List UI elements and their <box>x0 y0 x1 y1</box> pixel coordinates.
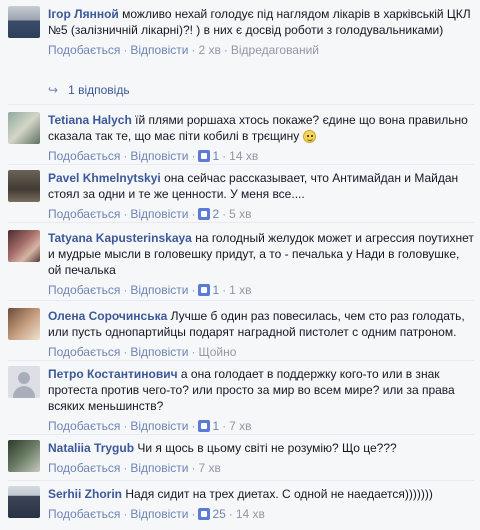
comment-author[interactable]: Tatyana Kapusterinskaya <box>48 231 192 245</box>
comment-author[interactable]: Олена Сорочинська <box>48 309 167 323</box>
comment-text: Чи я щось в цьому світі не розумію? Що ц… <box>137 441 397 455</box>
reply-arrow-icon: ↪ <box>48 83 59 97</box>
comment-author[interactable]: Nataliia Trygub <box>48 441 134 455</box>
reply-link[interactable]: Відповісти <box>130 419 188 433</box>
reply-link[interactable]: Відповісти <box>130 507 188 521</box>
thumbs-up-icon[interactable] <box>198 420 211 432</box>
comment-time[interactable]: 1 хв <box>229 283 251 297</box>
like-link[interactable]: Подобається <box>48 345 120 359</box>
smile-emoji-icon <box>302 130 316 143</box>
comment-time[interactable]: 2 хв <box>198 43 220 57</box>
comment-time[interactable]: 5 хв <box>229 207 251 221</box>
like-link[interactable]: Подобається <box>48 207 120 221</box>
avatar[interactable] <box>8 486 40 518</box>
divider <box>8 360 474 361</box>
divider <box>8 480 474 481</box>
reply-link[interactable]: Відповісти <box>130 43 188 57</box>
reply-link[interactable]: Відповісти <box>130 149 188 163</box>
comment-time[interactable]: Щойно <box>198 345 236 359</box>
avatar[interactable] <box>8 230 40 262</box>
like-count[interactable]: 25 <box>212 507 225 521</box>
avatar[interactable] <box>8 308 40 340</box>
comment-author[interactable]: Pavel Khmelnytskyi <box>48 171 161 185</box>
comment-time[interactable]: 14 хв <box>236 507 265 521</box>
divider <box>8 222 474 223</box>
avatar[interactable] <box>8 112 40 144</box>
like-link[interactable]: Подобається <box>48 419 120 433</box>
reply-link[interactable]: Відповісти <box>130 461 188 475</box>
divider <box>8 164 474 165</box>
divider <box>8 434 474 435</box>
reply-link[interactable]: Відповісти <box>130 207 188 221</box>
comment-time[interactable]: 7 хв <box>229 419 251 433</box>
comment-time[interactable]: 14 хв <box>229 149 258 163</box>
comment-author[interactable]: Ігор Лянной <box>48 7 119 21</box>
avatar[interactable] <box>8 6 40 38</box>
replies-count[interactable]: 1 відповідь <box>68 83 130 97</box>
comments-panel: Ігор Лянной можливо нехай голодує під на… <box>0 0 480 530</box>
edited-label[interactable]: Відредагований <box>231 43 319 57</box>
comment-time[interactable]: 7 хв <box>198 461 220 475</box>
like-link[interactable]: Подобається <box>48 461 120 475</box>
avatar[interactable] <box>8 366 40 398</box>
reply-link[interactable]: Відповісти <box>130 283 188 297</box>
thumbs-up-icon[interactable] <box>198 284 211 296</box>
thumbs-up-icon[interactable] <box>198 150 211 162</box>
avatar[interactable] <box>8 170 40 202</box>
divider <box>8 104 474 105</box>
thumbs-up-icon[interactable] <box>198 508 211 520</box>
like-link[interactable]: Подобається <box>48 43 120 57</box>
avatar[interactable] <box>8 440 40 472</box>
reply-link[interactable]: Відповісти <box>130 345 188 359</box>
divider <box>8 300 474 301</box>
comment-author[interactable]: Петро Костантинович <box>48 367 178 381</box>
thumbs-up-icon[interactable] <box>198 208 211 220</box>
replies-link[interactable]: ↪ 1 відповідь <box>48 82 130 98</box>
like-link[interactable]: Подобається <box>48 507 120 521</box>
like-link[interactable]: Подобається <box>48 149 120 163</box>
like-link[interactable]: Подобається <box>48 283 120 297</box>
comment-author[interactable]: Serhii Zhorin <box>48 487 122 501</box>
comment-author[interactable]: Tetiana Halych <box>48 113 132 127</box>
comment-text: Надя сидит на трех диетах. С одной не на… <box>125 487 433 501</box>
